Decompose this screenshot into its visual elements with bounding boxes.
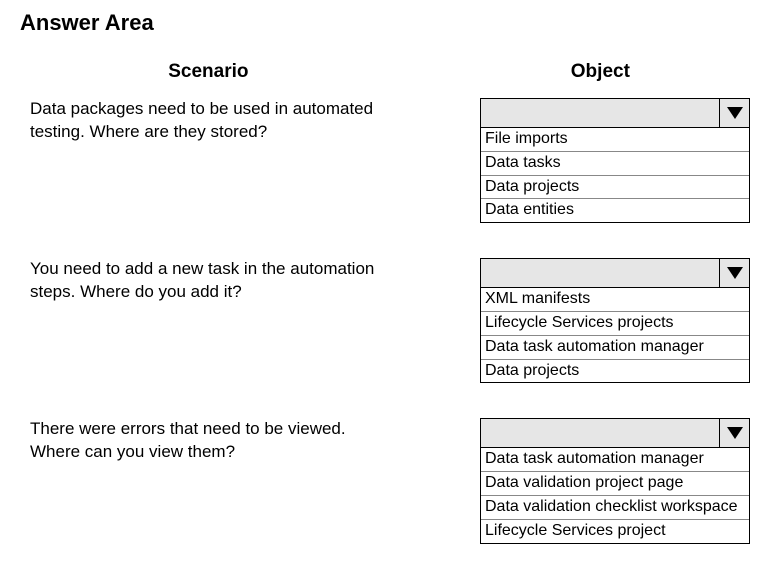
dropdown-header[interactable] xyxy=(480,418,750,448)
object-column-header: Object xyxy=(447,61,754,83)
answer-row: There were errors that need to be viewed… xyxy=(20,418,754,543)
dropdown-option[interactable]: Data task automation manager xyxy=(481,448,749,472)
dropdown-option[interactable]: Data projects xyxy=(481,360,749,383)
object-cell: XML manifests Lifecycle Services project… xyxy=(480,258,750,383)
scenario-text: Data packages need to be used in automat… xyxy=(20,98,400,144)
dropdown-options-list: Data task automation manager Data valida… xyxy=(480,448,750,543)
scenario-text: There were errors that need to be viewed… xyxy=(20,418,400,464)
dropdown-arrow-button[interactable] xyxy=(719,419,749,447)
page-title: Answer Area xyxy=(20,10,754,36)
dropdown-option[interactable]: Data task automation manager xyxy=(481,336,749,360)
dropdown-option[interactable]: XML manifests xyxy=(481,288,749,312)
dropdown-selected-value xyxy=(481,99,719,127)
dropdown-options-list: XML manifests Lifecycle Services project… xyxy=(480,288,750,383)
dropdown-option[interactable]: Data validation project page xyxy=(481,472,749,496)
dropdown-option[interactable]: Data entities xyxy=(481,199,749,222)
columns-header: Scenario Object xyxy=(20,61,754,83)
dropdown-option[interactable]: Data tasks xyxy=(481,152,749,176)
dropdown-option[interactable]: Data validation checklist workspace xyxy=(481,496,749,520)
scenario-column-header: Scenario xyxy=(20,61,397,83)
dropdown-arrow-button[interactable] xyxy=(719,99,749,127)
object-cell: Data task automation manager Data valida… xyxy=(480,418,750,543)
dropdown-arrow-button[interactable] xyxy=(719,259,749,287)
dropdown-option[interactable]: Lifecycle Services projects xyxy=(481,312,749,336)
dropdown-header[interactable] xyxy=(480,258,750,288)
object-cell: File imports Data tasks Data projects Da… xyxy=(480,98,750,223)
chevron-down-icon xyxy=(727,427,743,439)
dropdown-options-list: File imports Data tasks Data projects Da… xyxy=(480,128,750,223)
dropdown-option[interactable]: File imports xyxy=(481,128,749,152)
answer-row: Data packages need to be used in automat… xyxy=(20,98,754,223)
dropdown-selected-value xyxy=(481,419,719,447)
chevron-down-icon xyxy=(727,267,743,279)
dropdown-option[interactable]: Lifecycle Services project xyxy=(481,520,749,543)
chevron-down-icon xyxy=(727,107,743,119)
dropdown-header[interactable] xyxy=(480,98,750,128)
scenario-text: You need to add a new task in the automa… xyxy=(20,258,400,304)
answer-row: You need to add a new task in the automa… xyxy=(20,258,754,383)
dropdown-selected-value xyxy=(481,259,719,287)
dropdown-option[interactable]: Data projects xyxy=(481,176,749,200)
